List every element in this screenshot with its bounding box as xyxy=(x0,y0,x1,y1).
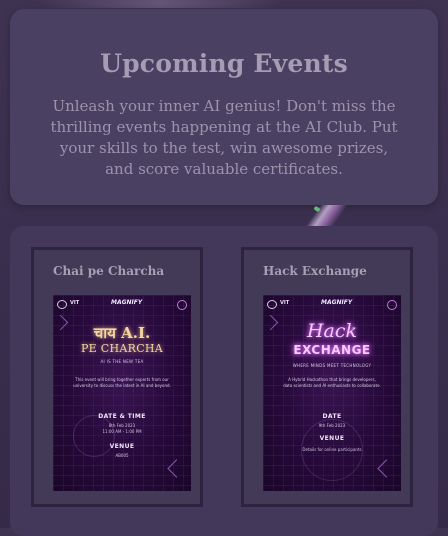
poster-venue-heading: VENUE xyxy=(319,435,345,442)
university-logo-text: VIT xyxy=(70,300,80,306)
poster-date-heading: DATE xyxy=(322,413,342,420)
event-title: Chai pe Charcha xyxy=(53,264,165,278)
upcoming-events-header: Upcoming Events Unleash your inner AI ge… xyxy=(10,9,438,205)
poster-title-line1: चाय A.I. xyxy=(93,324,151,342)
poster-tagline: AI IS THE NEW TEA xyxy=(100,359,144,364)
poster-body-line2: university to discuss the latest in AI a… xyxy=(73,383,171,388)
poster-date-heading: DATE & TIME xyxy=(98,413,146,420)
poster-title-line1: Hack xyxy=(306,320,358,342)
poster-logo-bar: VIT MAGNIFY xyxy=(267,299,397,311)
event-title: Hack Exchange xyxy=(263,264,367,278)
event-poster[interactable]: VIT MAGNIFY Hack EXCHANGE WHERE MINDS ME… xyxy=(263,295,401,491)
events-panel: Chai pe Charcha VIT MAGNIFY चाय A.I. PE … xyxy=(10,226,438,536)
poster-title-line2: EXCHANGE xyxy=(293,343,371,357)
event-card-chai-pe-charcha[interactable]: Chai pe Charcha VIT MAGNIFY चाय A.I. PE … xyxy=(31,247,203,507)
poster-venue-value: AB005 xyxy=(115,453,129,458)
poster-title-line2: PE CHARCHA xyxy=(80,342,164,355)
decorative-streak xyxy=(302,205,348,227)
poster-venue-value: Details for online participants xyxy=(302,447,362,452)
poster-date-value: 9th Feb 2023 xyxy=(318,423,346,428)
event-poster[interactable]: VIT MAGNIFY चाय A.I. PE CHARCHA AI IS TH… xyxy=(53,295,191,491)
event-card-hack-exchange[interactable]: Hack Exchange VIT MAGNIFY Hack EXCHANGE … xyxy=(241,247,413,507)
poster-time-value: 11:00 AM - 1:00 PM xyxy=(102,429,142,434)
poster-tagline: WHERE MINDS MEET TECHNOLOGY xyxy=(292,363,372,368)
club-emblem-icon xyxy=(387,300,397,310)
page: { "header": { "title": "Upcoming Events"… xyxy=(0,0,448,536)
header-description: Unleash your inner AI genius! Don't miss… xyxy=(50,97,398,178)
top-glow-decoration xyxy=(40,0,280,8)
university-logo-icon xyxy=(57,300,67,309)
club-logo-text: MAGNIFY xyxy=(321,299,353,306)
university-logo-icon xyxy=(267,300,277,309)
gear-icon xyxy=(73,415,115,457)
poster-logo-bar: VIT MAGNIFY xyxy=(57,299,187,311)
university-logo-text: VIT xyxy=(280,300,290,306)
poster-venue-heading: VENUE xyxy=(109,443,135,450)
poster-date-value: 8th Feb 2023 xyxy=(108,423,136,428)
poster-body-line2: data scientists and AI enthusiasts to co… xyxy=(283,383,381,388)
club-emblem-icon xyxy=(177,300,187,310)
club-logo-text: MAGNIFY xyxy=(111,299,143,306)
page-title: Upcoming Events xyxy=(100,49,348,78)
